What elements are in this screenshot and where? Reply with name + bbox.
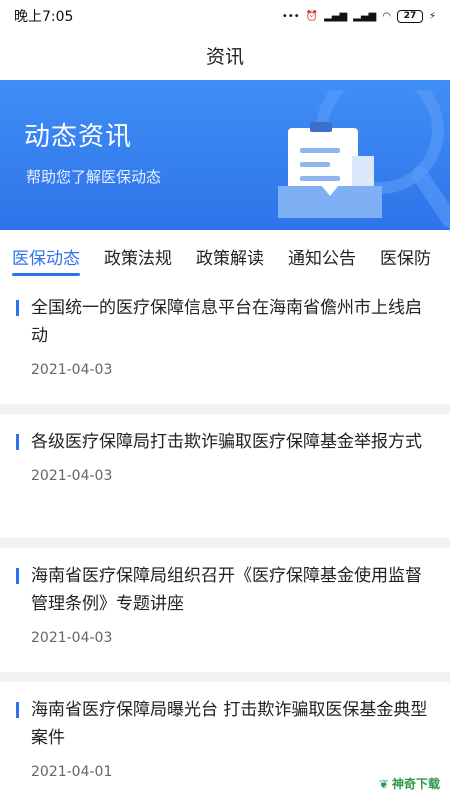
leaf-icon: ❦ <box>378 776 389 791</box>
news-title: 全国统一的医疗保障信息平台在海南省儋州市上线启动 <box>31 298 422 346</box>
battery-icon: 27 <box>396 9 423 23</box>
banner-title: 动态资讯 <box>24 122 133 152</box>
more-dots-icon: ••• <box>281 10 300 22</box>
news-date: 2021-04-03 <box>31 630 113 646</box>
tab-policy-regulations[interactable]: 政策法规 <box>104 232 172 280</box>
accent-bar <box>16 702 19 718</box>
news-title: 海南省医疗保障局曝光台 打击欺诈骗取医保基金典型案件 <box>31 700 428 748</box>
tab-notices[interactable]: 通知公告 <box>288 232 356 280</box>
watermark-text: 神奇下载 <box>391 777 440 791</box>
banner[interactable]: 动态资讯 帮助您了解医保动态 <box>0 80 450 230</box>
news-title: 各级医疗保障局打击欺诈骗取医疗保障基金举报方式 <box>31 432 422 452</box>
watermark-logo: ❦ 神奇下载 <box>379 775 440 792</box>
category-tabs: 医保动态 政策法规 政策解读 通知公告 医保防 <box>0 232 450 280</box>
status-icons: ••• ⏰ ▂▄▆ ▂▄▆ ◠ 27 ⚡ <box>281 9 436 23</box>
list-item[interactable]: 全国统一的医疗保障信息平台在海南省儋州市上线启动 2021-04-03 <box>0 280 450 404</box>
news-date: 2021-04-03 <box>31 362 113 378</box>
divider <box>0 672 450 682</box>
news-title: 海南省医疗保障局组织召开《医疗保障基金使用监督管理条例》专题讲座 <box>31 566 422 614</box>
signal-icon: ▂▄▆ <box>324 10 348 22</box>
news-date: 2021-04-01 <box>31 764 113 780</box>
list-item[interactable]: 各级医疗保障局打击欺诈骗取医疗保障基金举报方式 2021-04-03 <box>0 414 450 538</box>
status-bar: 晚上7:05 ••• ⏰ ▂▄▆ ▂▄▆ ◠ 27 ⚡ <box>0 0 450 32</box>
accent-bar <box>16 434 19 450</box>
status-time: 晚上7:05 <box>14 9 74 25</box>
divider <box>0 538 450 548</box>
accent-bar <box>16 300 19 316</box>
document-magnifier-icon <box>278 90 450 228</box>
tab-medical-news[interactable]: 医保动态 <box>12 232 80 280</box>
accent-bar <box>16 568 19 584</box>
wifi-icon: ◠ <box>382 10 391 22</box>
charging-icon: ⚡ <box>428 10 436 22</box>
signal-icon-2: ▂▄▆ <box>353 10 377 22</box>
news-list: 全国统一的医疗保障信息平台在海南省儋州市上线启动 2021-04-03 各级医疗… <box>0 280 450 800</box>
title-bar: 资讯 <box>0 32 450 78</box>
list-item[interactable]: 海南省医疗保障局组织召开《医疗保障基金使用监督管理条例》专题讲座 2021-04… <box>0 548 450 672</box>
banner-subtitle: 帮助您了解医保动态 <box>26 168 162 186</box>
alarm-icon: ⏰ <box>305 10 319 22</box>
divider <box>0 404 450 414</box>
tab-medical-fraud[interactable]: 医保防 <box>380 232 431 280</box>
news-date: 2021-04-03 <box>31 468 113 484</box>
tab-policy-interpretation[interactable]: 政策解读 <box>196 232 264 280</box>
page-title: 资讯 <box>205 45 244 68</box>
